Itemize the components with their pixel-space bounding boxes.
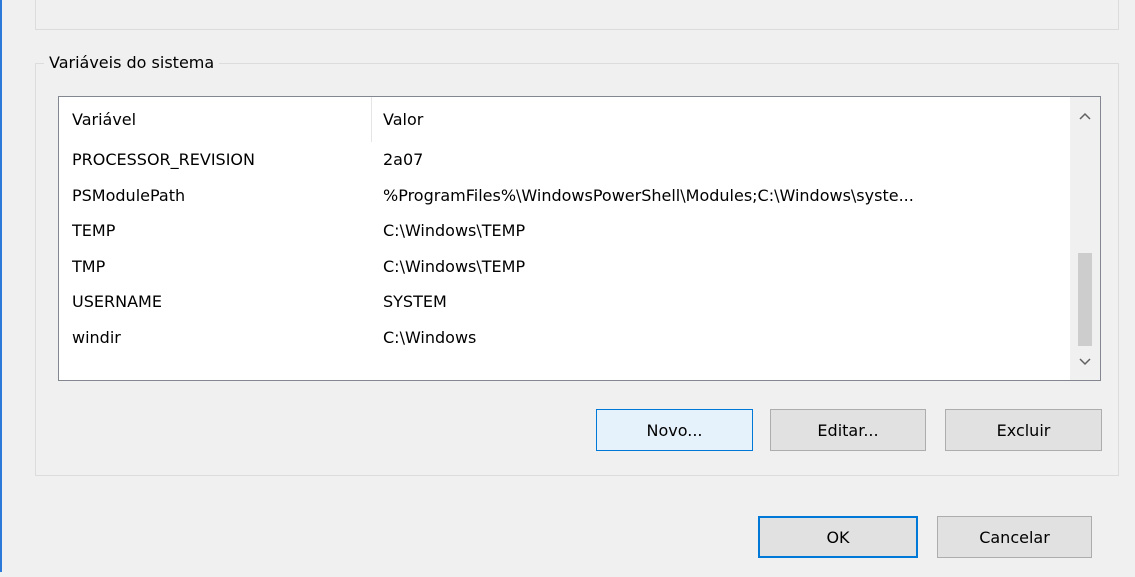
- scroll-down-button[interactable]: [1070, 343, 1100, 380]
- cell-value: C:\Windows\TEMP: [383, 256, 526, 276]
- cancel-button[interactable]: Cancelar: [937, 516, 1092, 558]
- delete-button[interactable]: Excluir: [945, 409, 1102, 451]
- cell-value: 2a07: [383, 150, 424, 169]
- environment-variables-dialog: Variáveis do sistema Variável Valor PROC…: [0, 0, 1135, 577]
- scroll-up-button[interactable]: [1070, 97, 1100, 134]
- list-header: Variável Valor: [59, 97, 1070, 142]
- cell-variable: windir: [72, 327, 121, 347]
- table-row[interactable]: USERNAME SYSTEM: [59, 284, 1070, 320]
- cell-value: C:\Windows: [383, 327, 477, 347]
- cell-value: %ProgramFiles%\WindowsPowerShell\Modules…: [383, 185, 914, 205]
- table-row[interactable]: PSModulePath %ProgramFiles%\WindowsPowerS…: [59, 178, 1070, 214]
- chevron-up-icon: [1079, 112, 1091, 120]
- cell-variable: PSModulePath: [72, 185, 186, 205]
- ok-button[interactable]: OK: [758, 516, 918, 558]
- vertical-scrollbar[interactable]: [1070, 97, 1100, 380]
- cell-value: SYSTEM: [383, 292, 447, 311]
- chevron-down-icon: [1079, 357, 1091, 365]
- column-header-value[interactable]: Valor: [372, 97, 1070, 142]
- dialog-bottom-edge: [0, 572, 1135, 577]
- cell-variable: TEMP: [72, 221, 116, 240]
- cell-variable: PROCESSOR_REVISION: [72, 150, 255, 169]
- edit-button[interactable]: Editar...: [770, 409, 926, 451]
- table-row[interactable]: windir C:\Windows: [59, 320, 1070, 356]
- scroll-thumb[interactable]: [1078, 253, 1092, 346]
- column-header-variable[interactable]: Variável: [59, 97, 372, 142]
- table-row[interactable]: TMP C:\Windows\TEMP: [59, 249, 1070, 285]
- user-variables-groupbox: [35, 0, 1119, 30]
- cell-variable: USERNAME: [72, 292, 162, 311]
- window-border: [0, 0, 2, 577]
- list-rows: PROCESSOR_REVISION 2a07 PSModulePath %Progr…: [59, 142, 1070, 355]
- system-variables-list[interactable]: Variável Valor PROCESSOR_REVISION 2a07 PSM…: [58, 96, 1101, 381]
- new-button[interactable]: Novo...: [596, 409, 753, 451]
- table-row[interactable]: PROCESSOR_REVISION 2a07: [59, 142, 1070, 178]
- cell-value: C:\Windows\TEMP: [383, 221, 526, 240]
- system-variables-title: Variáveis do sistema: [44, 52, 220, 74]
- cell-variable: TMP: [72, 256, 106, 276]
- table-row[interactable]: TEMP C:\Windows\TEMP: [59, 213, 1070, 249]
